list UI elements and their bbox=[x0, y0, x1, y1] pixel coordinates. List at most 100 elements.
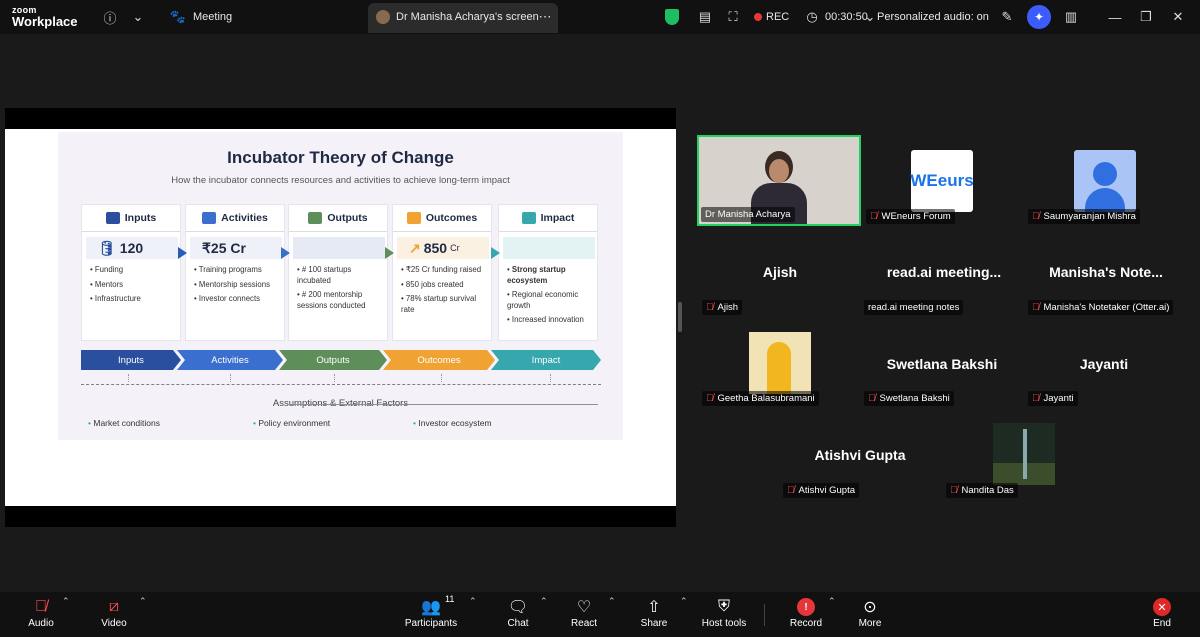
audio-options-caret[interactable]: ⌃ bbox=[62, 596, 70, 607]
focus-icon[interactable]: ⛶ bbox=[724, 8, 742, 26]
end-button[interactable]: ✕ End bbox=[1132, 596, 1192, 636]
chevron-outputs: Outputs bbox=[279, 350, 387, 370]
column-header: Outputs bbox=[289, 205, 387, 232]
mic-muted-icon: 🎙̸ bbox=[787, 485, 795, 496]
share-button[interactable]: ⇧ Share bbox=[624, 596, 684, 636]
list-item: • # 200 mentorship sessions conducted bbox=[297, 290, 366, 310]
presenter-icon bbox=[202, 212, 217, 224]
tick-mark bbox=[230, 374, 231, 382]
minimize-icon[interactable]: — bbox=[1106, 8, 1124, 26]
end-call-icon: ✕ bbox=[1132, 596, 1192, 618]
chevron-outcomes: Outcomes bbox=[383, 350, 495, 370]
stack-icon bbox=[105, 212, 120, 224]
mic-muted-icon: 🎙̸ bbox=[1032, 302, 1040, 313]
tick-mark bbox=[441, 374, 442, 382]
more-options-icon[interactable]: ⋯ bbox=[536, 8, 554, 26]
security-shield-icon[interactable] bbox=[665, 9, 679, 25]
avatar-placeholder bbox=[1074, 150, 1136, 212]
share-label: Share bbox=[640, 618, 668, 629]
camera-off-icon: ⧄ bbox=[108, 598, 120, 615]
column-top-value: ₹25 Cr bbox=[190, 237, 282, 259]
column-list: • Funding • Mentors • Infrastructure bbox=[90, 265, 178, 309]
column-header-label: Inputs bbox=[124, 212, 157, 224]
logo-line2: Workplace bbox=[12, 14, 78, 29]
video-button[interactable]: ⧄ Video bbox=[84, 596, 144, 636]
trend-up-icon: ↗ bbox=[409, 239, 421, 256]
column-list: • Training programs • Mentorship session… bbox=[194, 265, 282, 309]
chat-options-caret[interactable]: ⌃ bbox=[540, 596, 548, 607]
shared-screen[interactable]: Incubator Theory of Change How the incub… bbox=[5, 108, 676, 527]
participant-name-tag: 🎙̸ Jayanti bbox=[1028, 391, 1078, 406]
column-top-value bbox=[293, 237, 385, 259]
tick-mark bbox=[334, 374, 335, 382]
participant-big-name: Atishvi Gupta bbox=[814, 447, 906, 463]
resize-handle[interactable] bbox=[678, 302, 682, 332]
info-icon[interactable]: ⓘ bbox=[101, 8, 119, 26]
participant-big-name: Jayanti bbox=[1079, 356, 1129, 372]
audio-label: Audio bbox=[28, 618, 54, 629]
more-button[interactable]: ⊙ More bbox=[840, 596, 900, 636]
mic-muted-icon: 🎙̸ bbox=[1032, 393, 1040, 404]
record-options-caret[interactable]: ⌃ bbox=[828, 596, 836, 607]
restore-icon[interactable]: ❐ bbox=[1137, 8, 1155, 26]
mic-muted-icon: 🎙̸ bbox=[1032, 211, 1040, 222]
column-header: Impact bbox=[499, 205, 597, 232]
factor-item: • Investor ecosystem bbox=[413, 418, 492, 428]
bar-chart-icon bbox=[406, 212, 421, 224]
active-speaker-video[interactable]: Dr Manisha Acharya bbox=[697, 135, 861, 226]
share-options-caret[interactable]: ⌃ bbox=[680, 596, 688, 607]
mic-muted-icon: 🎙̸ bbox=[706, 393, 714, 404]
pencil-icon[interactable]: ✎ bbox=[998, 8, 1016, 26]
layout-icon[interactable]: ▥ bbox=[1062, 8, 1080, 26]
participant-big-name: read.ai meeting... bbox=[886, 264, 1002, 280]
record-button[interactable]: ! Record bbox=[776, 596, 836, 636]
recording-dot-icon bbox=[754, 13, 762, 21]
personalized-audio-status[interactable]: Personalized audio: on bbox=[877, 11, 989, 23]
mic-muted-icon: 🎙̸ bbox=[868, 393, 876, 404]
react-options-caret[interactable]: ⌃ bbox=[608, 596, 616, 607]
clock-icon: ◷ bbox=[806, 9, 818, 24]
react-label: React bbox=[570, 618, 598, 629]
video-options-caret[interactable]: ⌃ bbox=[139, 596, 147, 607]
chat-icon: 🗨 bbox=[507, 599, 529, 616]
column-top-value bbox=[503, 237, 595, 259]
list-item: • Infrastructure bbox=[90, 294, 141, 303]
participant-name-tag: 🎙̸ WEneurs Forum bbox=[866, 209, 955, 224]
meeting-label[interactable]: Meeting bbox=[193, 11, 232, 23]
column-header-label: Outputs bbox=[327, 212, 368, 224]
participants-options-caret[interactable]: ⌃ bbox=[469, 596, 477, 607]
chevron-down-icon[interactable]: ⌄ bbox=[129, 8, 147, 26]
flow-arrow-icon bbox=[178, 247, 187, 259]
flow-arrow-icon bbox=[281, 247, 290, 259]
participant-name-tag: 🎙̸ Swetlana Bakshi bbox=[864, 391, 954, 406]
list-item: • Mentorship sessions bbox=[194, 279, 270, 289]
record-label: Record bbox=[789, 618, 823, 629]
person-face bbox=[769, 159, 789, 183]
mic-muted-icon: 🎙̸ bbox=[870, 211, 878, 222]
participant-big-name: Swetlana Bakshi bbox=[886, 356, 998, 372]
chevron-impact: Impact bbox=[491, 350, 601, 370]
rec-label[interactable]: REC bbox=[766, 11, 789, 23]
host-tools-label: Host tools bbox=[701, 618, 747, 629]
presentation-slide: Incubator Theory of Change How the incub… bbox=[5, 129, 676, 506]
zoom-meeting-window: zoom Workplace ⓘ ⌄ 🐾 Meeting Dr Manisha … bbox=[0, 0, 1200, 637]
participant-big-name: Ajish bbox=[762, 264, 798, 280]
globe-icon bbox=[521, 212, 536, 224]
participant-name-tag: 🎙̸ Manisha's Notetaker (Otter.ai) bbox=[1028, 300, 1174, 315]
shared-screen-label[interactable]: Dr Manisha Acharya's screen bbox=[396, 11, 539, 23]
zoom-logo: zoom Workplace bbox=[12, 5, 78, 29]
notes-icon[interactable]: ▤ bbox=[696, 8, 714, 26]
chat-button[interactable]: 🗨 Chat bbox=[488, 596, 548, 636]
chevron-inputs: Inputs bbox=[81, 350, 181, 370]
video-label: Video bbox=[101, 618, 127, 629]
participant-name-tag: 🎙̸ Atishvi Gupta bbox=[783, 483, 859, 498]
ai-companion-icon[interactable]: ✦ bbox=[1027, 5, 1051, 29]
list-item: • Investor connects bbox=[194, 294, 261, 303]
close-icon[interactable]: ✕ bbox=[1169, 8, 1187, 26]
react-button[interactable]: ♡ React bbox=[554, 596, 614, 636]
host-tools-button[interactable]: ⛨ Host tools bbox=[694, 596, 754, 636]
participant-photo bbox=[993, 423, 1055, 485]
column-top-label: 120 bbox=[119, 240, 144, 256]
column-top-value: 🛢 120 bbox=[86, 237, 178, 259]
column-header-label: Outcomes bbox=[425, 212, 478, 224]
